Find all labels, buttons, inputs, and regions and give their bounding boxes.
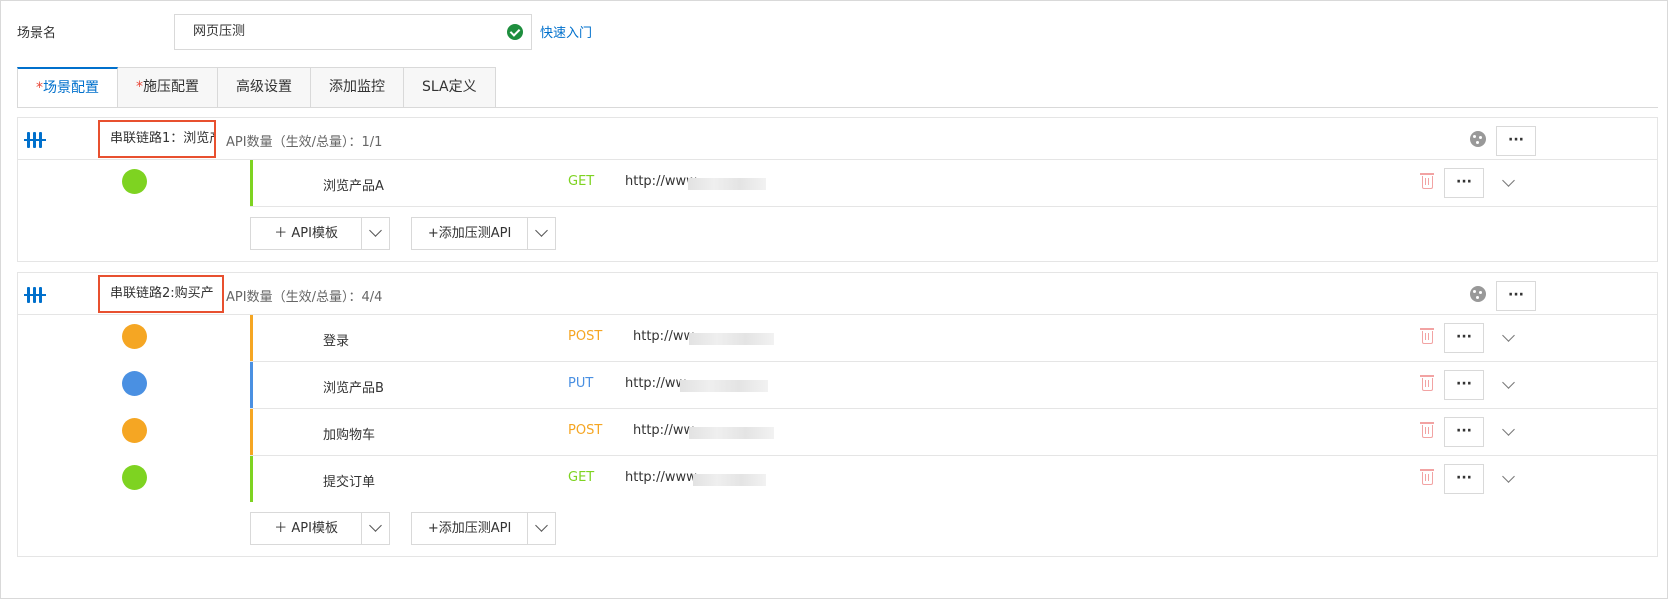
add-api-template-button[interactable]: ＋ API模板 [251, 513, 361, 544]
trash-icon[interactable] [1420, 375, 1434, 391]
cookie-icon[interactable] [1470, 131, 1486, 147]
api-more-button[interactable]: ··· [1444, 370, 1484, 400]
chevron-down-icon[interactable] [1502, 329, 1515, 342]
api-name[interactable]: 浏览产品A [323, 175, 384, 194]
chevron-down-icon[interactable] [527, 218, 555, 249]
redacted-url [680, 380, 768, 392]
api-more-button[interactable]: ··· [1444, 168, 1484, 198]
api-url: http://ww [625, 376, 687, 391]
tab-label: SLA定义 [422, 79, 477, 95]
tab-label: 高级设置 [236, 79, 292, 95]
chevron-down-icon[interactable] [1502, 174, 1515, 187]
api-row: 浏览产品A GET http://www ··· [18, 160, 1657, 207]
tab-label: 施压配置 [143, 79, 199, 95]
chain-name[interactable]: 串联链路1：浏览产 [98, 120, 216, 158]
api-template-split-button: ＋ API模板 [250, 512, 390, 545]
method-color-bar [250, 409, 253, 455]
redacted-url [693, 474, 766, 486]
chevron-down-icon[interactable] [361, 218, 389, 249]
chain-header: 串联链路2:购买产 API数量（生效/总量）：4/4 ··· [18, 273, 1657, 315]
api-method: GET [568, 174, 595, 189]
api-row: 提交订单 GET http://www. ··· [18, 456, 1657, 503]
chain-name[interactable]: 串联链路2:购买产 [98, 275, 224, 313]
add-pressure-api-button[interactable]: +添加压测API [412, 218, 527, 249]
method-color-bar [250, 160, 253, 206]
api-url: http://ww [633, 329, 695, 344]
api-more-button[interactable]: ··· [1444, 464, 1484, 494]
api-template-split-button: ＋ API模板 [250, 217, 390, 250]
status-dot [122, 371, 147, 396]
chevron-down-icon[interactable] [527, 513, 555, 544]
chain-block-2: 串联链路2:购买产 API数量（生效/总量）：4/4 ··· 登录 POST h… [17, 272, 1658, 557]
chain-header: 串联链路1：浏览产 API数量（生效/总量）：1/1 ··· [18, 118, 1657, 160]
api-url: http://www. [625, 470, 700, 485]
serial-chain-icon [24, 132, 46, 148]
scene-name-input[interactable]: 网页压测 [174, 14, 532, 50]
add-pressure-api-button[interactable]: +添加压测API [412, 513, 527, 544]
status-dot [122, 324, 147, 349]
chevron-down-icon[interactable] [1502, 376, 1515, 389]
api-url: http://www [625, 174, 697, 189]
trash-icon[interactable] [1420, 328, 1434, 344]
api-method: PUT [568, 376, 594, 391]
tab-label: 场景配置 [43, 80, 99, 96]
status-dot [122, 465, 147, 490]
trash-icon[interactable] [1420, 469, 1434, 485]
api-name[interactable]: 加购物车 [323, 424, 375, 443]
tabs-divider [17, 107, 1658, 108]
redacted-url [688, 178, 766, 190]
tab-scene-config[interactable]: *场景配置 [17, 67, 118, 108]
chevron-down-icon[interactable] [361, 513, 389, 544]
required-mark: * [136, 79, 143, 95]
scene-name-value: 网页压测 [193, 24, 246, 39]
tab-sla-definition[interactable]: SLA定义 [404, 67, 496, 108]
api-row: 登录 POST http://ww ··· [18, 315, 1657, 362]
required-mark: * [36, 80, 43, 96]
api-count: API数量（生效/总量）：4/4 [226, 290, 383, 305]
api-more-button[interactable]: ··· [1444, 417, 1484, 447]
status-dot [122, 418, 147, 443]
api-url: http://ww [633, 423, 695, 438]
redacted-url [689, 333, 774, 345]
redacted-url [689, 427, 774, 439]
add-api-split-button: +添加压测API [411, 512, 556, 545]
api-count: API数量（生效/总量）：1/1 [226, 135, 383, 150]
tab-label: 添加监控 [329, 79, 385, 95]
config-tabs: *场景配置 *施压配置 高级设置 添加监控 SLA定义 [17, 67, 496, 108]
trash-icon[interactable] [1420, 173, 1434, 189]
check-circle-icon [507, 24, 523, 40]
api-more-button[interactable]: ··· [1444, 323, 1484, 353]
tab-pressure-config[interactable]: *施压配置 [118, 67, 218, 108]
api-name[interactable]: 提交订单 [323, 471, 375, 490]
chain-more-button[interactable]: ··· [1496, 126, 1536, 156]
tab-add-monitor[interactable]: 添加监控 [311, 67, 404, 108]
chain-block-1: 串联链路1：浏览产 API数量（生效/总量）：1/1 ··· 浏览产品A GET… [17, 117, 1658, 262]
api-method: POST [568, 329, 603, 344]
row-divider [250, 206, 1657, 207]
chevron-down-icon[interactable] [1502, 470, 1515, 483]
cookie-icon[interactable] [1470, 286, 1486, 302]
quick-start-link[interactable]: 快速入门 [540, 22, 592, 41]
scene-name-label: 场景名 [17, 26, 57, 41]
tab-advanced-settings[interactable]: 高级设置 [218, 67, 311, 108]
api-method: POST [568, 423, 603, 438]
chevron-down-icon[interactable] [1502, 423, 1515, 436]
trash-icon[interactable] [1420, 422, 1434, 438]
api-row: 加购物车 POST http://ww ··· [18, 409, 1657, 456]
add-api-split-button: +添加压测API [411, 217, 556, 250]
method-color-bar [250, 456, 253, 502]
api-name[interactable]: 浏览产品B [323, 377, 384, 396]
api-name[interactable]: 登录 [323, 330, 349, 349]
serial-chain-icon [24, 287, 46, 303]
method-color-bar [250, 362, 253, 408]
add-api-template-button[interactable]: ＋ API模板 [251, 218, 361, 249]
method-color-bar [250, 315, 253, 361]
api-method: GET [568, 470, 595, 485]
chain-more-button[interactable]: ··· [1496, 281, 1536, 311]
api-row: 浏览产品B PUT http://ww ··· [18, 362, 1657, 409]
status-dot [122, 169, 147, 194]
